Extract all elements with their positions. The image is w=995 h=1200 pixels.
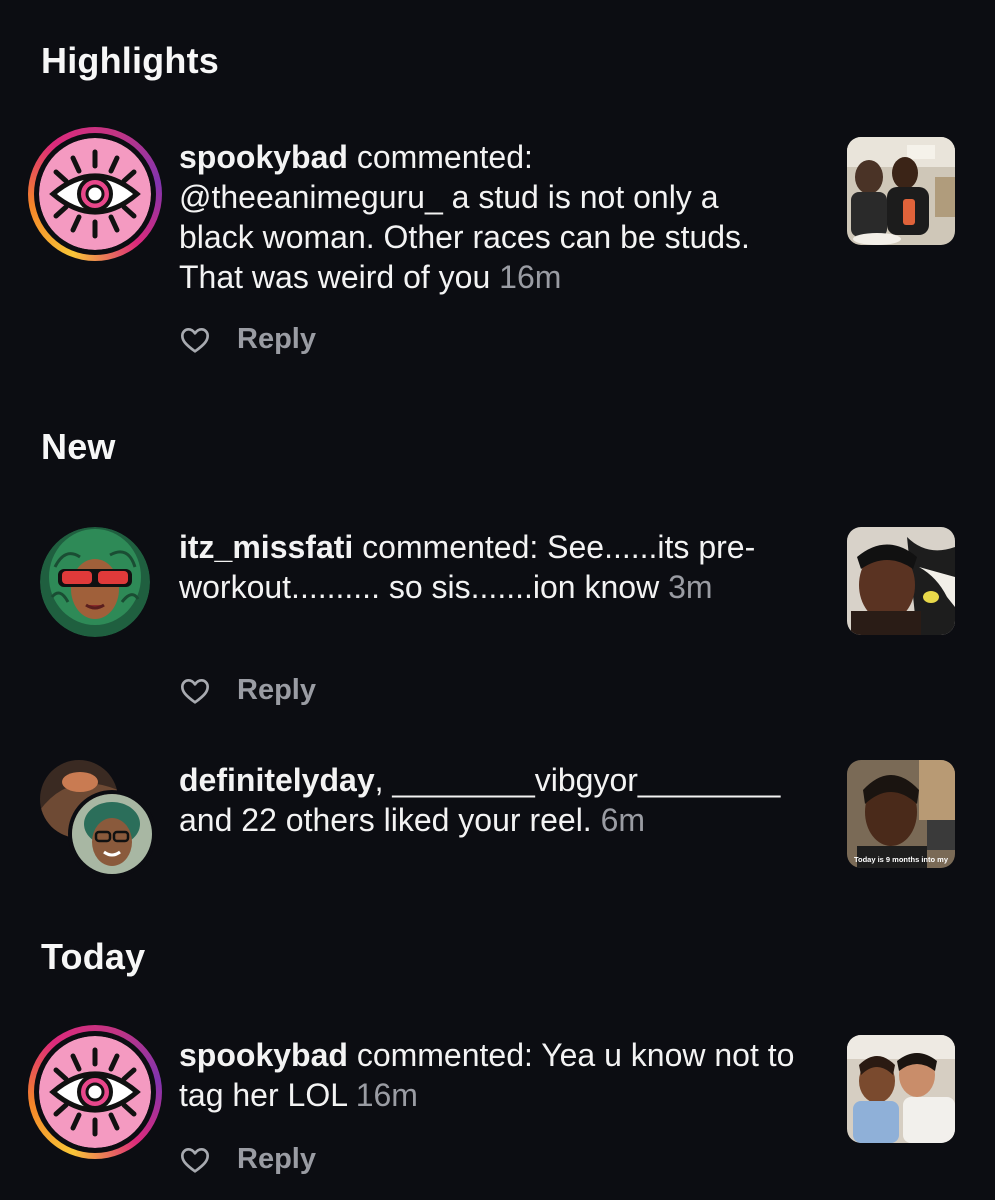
post-thumbnail[interactable] [847,1035,955,1143]
reply-button[interactable]: Reply [237,323,316,356]
reply-button[interactable]: Reply [237,674,316,707]
story-ring [28,127,162,261]
eye-logo-image [39,138,151,250]
notification-text: definitelyday, ________vibgyor________ a… [179,762,781,838]
notification-text: spookybad commented: @theeanimeguru_ a s… [179,139,750,295]
timestamp: 16m [499,259,562,295]
avatar[interactable] [28,1025,162,1159]
avatar[interactable] [40,527,150,637]
username-link[interactable]: spookybad [179,139,348,175]
timestamp: 3m [668,569,713,605]
section-title-today: Today [41,936,146,977]
section-title-new: New [41,426,116,467]
reply-button[interactable]: Reply [237,1143,316,1176]
username-link[interactable]: spookybad [179,1037,348,1073]
thumbnail-caption: Today is 9 months into my [854,855,949,864]
stacked-avatars[interactable] [40,760,156,878]
heart-outline-icon[interactable] [179,1144,211,1176]
username-link[interactable]: definitelyday [179,762,375,798]
story-ring [28,1025,162,1159]
timestamp: 16m [355,1077,418,1113]
username-link[interactable]: itz_missfati [179,529,353,565]
notification-text: spookybad commented: Yea u know not to t… [179,1037,795,1113]
reel-thumbnail[interactable]: Today is 9 months into my [847,760,955,868]
eye-logo-image [39,1036,151,1148]
heart-outline-icon[interactable] [179,324,211,356]
post-thumbnail[interactable] [847,527,955,635]
section-title-highlights: Highlights [41,40,219,81]
post-thumbnail[interactable] [847,137,955,245]
timestamp: 6m [600,802,646,838]
heart-outline-icon[interactable] [179,675,211,707]
avatar [68,790,156,878]
notification-text: itz_missfati commented: See......its pre… [179,529,756,605]
avatar[interactable] [28,127,162,261]
